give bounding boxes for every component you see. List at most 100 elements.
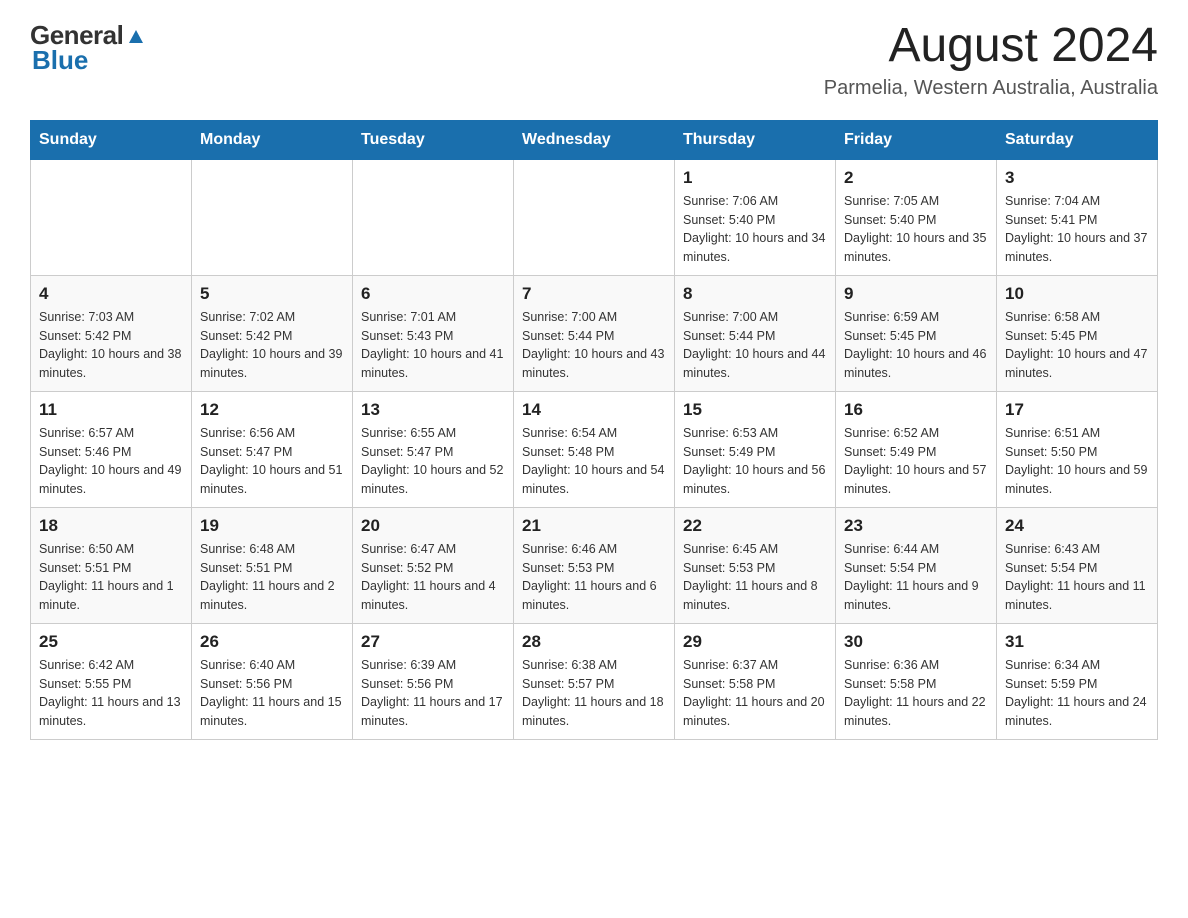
calendar-cell-w2-d1: 5 Sunrise: 7:02 AM Sunset: 5:42 PM Daylig… [192, 275, 353, 391]
calendar-cell-w1-d5: 2 Sunrise: 7:05 AM Sunset: 5:40 PM Daylig… [836, 159, 997, 275]
day-info: Sunrise: 6:45 AM Sunset: 5:53 PM Dayligh… [683, 540, 827, 615]
day-info: Sunrise: 7:04 AM Sunset: 5:41 PM Dayligh… [1005, 192, 1149, 267]
day-info: Sunrise: 7:01 AM Sunset: 5:43 PM Dayligh… [361, 308, 505, 383]
day-info: Sunrise: 6:51 AM Sunset: 5:50 PM Dayligh… [1005, 424, 1149, 499]
day-info: Sunrise: 6:39 AM Sunset: 5:56 PM Dayligh… [361, 656, 505, 731]
day-info: Sunrise: 6:42 AM Sunset: 5:55 PM Dayligh… [39, 656, 183, 731]
calendar-cell-w3-d6: 17 Sunrise: 6:51 AM Sunset: 5:50 PM Dayli… [997, 391, 1158, 507]
day-number: 17 [1005, 400, 1149, 420]
day-info: Sunrise: 6:37 AM Sunset: 5:58 PM Dayligh… [683, 656, 827, 731]
day-info: Sunrise: 6:40 AM Sunset: 5:56 PM Dayligh… [200, 656, 344, 731]
day-info: Sunrise: 7:06 AM Sunset: 5:40 PM Dayligh… [683, 192, 827, 267]
day-number: 20 [361, 516, 505, 536]
calendar-cell-w1-d1 [192, 159, 353, 275]
calendar-cell-w5-d4: 29 Sunrise: 6:37 AM Sunset: 5:58 PM Dayli… [675, 623, 836, 739]
day-number: 21 [522, 516, 666, 536]
calendar-row-3: 11Sunrise: 6:57 AM Sunset: 5:46 PM Dayli… [31, 391, 1158, 507]
day-number: 11 [39, 400, 183, 420]
day-number: 19 [200, 516, 344, 536]
calendar-cell-w5-d1: 26 Sunrise: 6:40 AM Sunset: 5:56 PM Dayli… [192, 623, 353, 739]
calendar-row-1: 1 Sunrise: 7:06 AM Sunset: 5:40 PM Daylig… [31, 159, 1158, 275]
calendar-row-5: 25 Sunrise: 6:42 AM Sunset: 5:55 PM Dayli… [31, 623, 1158, 739]
day-number: 6 [361, 284, 505, 304]
day-number: 14 [522, 400, 666, 420]
calendar-cell-w4-d4: 22 Sunrise: 6:45 AM Sunset: 5:53 PM Dayli… [675, 507, 836, 623]
logo-triangle-icon [125, 25, 147, 47]
day-info: Sunrise: 6:34 AM Sunset: 5:59 PM Dayligh… [1005, 656, 1149, 731]
day-number: 2 [844, 168, 988, 188]
calendar-cell-w4-d6: 24Sunrise: 6:43 AM Sunset: 5:54 PM Dayli… [997, 507, 1158, 623]
page-header: General Blue August 2024 Parmelia, Weste… [30, 20, 1158, 100]
calendar-cell-w2-d2: 6 Sunrise: 7:01 AM Sunset: 5:43 PM Daylig… [353, 275, 514, 391]
calendar-cell-w3-d1: 12Sunrise: 6:56 AM Sunset: 5:47 PM Dayli… [192, 391, 353, 507]
header-saturday: Saturday [997, 120, 1158, 159]
calendar-cell-w3-d4: 15Sunrise: 6:53 AM Sunset: 5:49 PM Dayli… [675, 391, 836, 507]
day-number: 18 [39, 516, 183, 536]
day-info: Sunrise: 6:36 AM Sunset: 5:58 PM Dayligh… [844, 656, 988, 731]
header-thursday: Thursday [675, 120, 836, 159]
header-monday: Monday [192, 120, 353, 159]
day-number: 27 [361, 632, 505, 652]
calendar-cell-w5-d0: 25 Sunrise: 6:42 AM Sunset: 5:55 PM Dayli… [31, 623, 192, 739]
day-number: 23 [844, 516, 988, 536]
day-info: Sunrise: 6:47 AM Sunset: 5:52 PM Dayligh… [361, 540, 505, 615]
day-number: 3 [1005, 168, 1149, 188]
day-info: Sunrise: 7:05 AM Sunset: 5:40 PM Dayligh… [844, 192, 988, 267]
day-number: 1 [683, 168, 827, 188]
calendar-header: Sunday Monday Tuesday Wednesday Thursday… [31, 120, 1158, 159]
day-number: 8 [683, 284, 827, 304]
header-tuesday: Tuesday [353, 120, 514, 159]
day-info: Sunrise: 7:00 AM Sunset: 5:44 PM Dayligh… [522, 308, 666, 383]
day-info: Sunrise: 6:58 AM Sunset: 5:45 PM Dayligh… [1005, 308, 1149, 383]
header-friday: Friday [836, 120, 997, 159]
calendar-cell-w2-d4: 8Sunrise: 7:00 AM Sunset: 5:44 PM Daylig… [675, 275, 836, 391]
day-info: Sunrise: 7:03 AM Sunset: 5:42 PM Dayligh… [39, 308, 183, 383]
calendar-cell-w2-d0: 4 Sunrise: 7:03 AM Sunset: 5:42 PM Daylig… [31, 275, 192, 391]
day-number: 15 [683, 400, 827, 420]
day-info: Sunrise: 6:46 AM Sunset: 5:53 PM Dayligh… [522, 540, 666, 615]
day-info: Sunrise: 6:44 AM Sunset: 5:54 PM Dayligh… [844, 540, 988, 615]
day-info: Sunrise: 6:59 AM Sunset: 5:45 PM Dayligh… [844, 308, 988, 383]
day-number: 22 [683, 516, 827, 536]
calendar-body: 1 Sunrise: 7:06 AM Sunset: 5:40 PM Daylig… [31, 159, 1158, 739]
day-number: 28 [522, 632, 666, 652]
calendar-cell-w1-d4: 1 Sunrise: 7:06 AM Sunset: 5:40 PM Daylig… [675, 159, 836, 275]
header-sunday: Sunday [31, 120, 192, 159]
calendar-cell-w3-d3: 14 Sunrise: 6:54 AM Sunset: 5:48 PM Dayli… [514, 391, 675, 507]
day-number: 29 [683, 632, 827, 652]
calendar-cell-w1-d6: 3 Sunrise: 7:04 AM Sunset: 5:41 PM Daylig… [997, 159, 1158, 275]
day-info: Sunrise: 6:43 AM Sunset: 5:54 PM Dayligh… [1005, 540, 1149, 615]
logo-blue-text: Blue [32, 45, 88, 76]
calendar-cell-w3-d5: 16Sunrise: 6:52 AM Sunset: 5:49 PM Dayli… [836, 391, 997, 507]
day-number: 5 [200, 284, 344, 304]
title-block: August 2024 Parmelia, Western Australia,… [824, 20, 1158, 100]
calendar-row-4: 18 Sunrise: 6:50 AM Sunset: 5:51 PM Dayli… [31, 507, 1158, 623]
calendar-cell-w1-d2 [353, 159, 514, 275]
calendar-cell-w2-d5: 9 Sunrise: 6:59 AM Sunset: 5:45 PM Daylig… [836, 275, 997, 391]
day-info: Sunrise: 7:02 AM Sunset: 5:42 PM Dayligh… [200, 308, 344, 383]
logo: General Blue [30, 20, 148, 76]
calendar-row-2: 4 Sunrise: 7:03 AM Sunset: 5:42 PM Daylig… [31, 275, 1158, 391]
day-number: 30 [844, 632, 988, 652]
day-info: Sunrise: 6:54 AM Sunset: 5:48 PM Dayligh… [522, 424, 666, 499]
day-number: 25 [39, 632, 183, 652]
calendar-cell-w3-d2: 13Sunrise: 6:55 AM Sunset: 5:47 PM Dayli… [353, 391, 514, 507]
day-number: 13 [361, 400, 505, 420]
calendar-cell-w4-d2: 20 Sunrise: 6:47 AM Sunset: 5:52 PM Dayli… [353, 507, 514, 623]
day-number: 31 [1005, 632, 1149, 652]
calendar-cell-w2-d6: 10 Sunrise: 6:58 AM Sunset: 5:45 PM Dayli… [997, 275, 1158, 391]
day-number: 4 [39, 284, 183, 304]
calendar-cell-w1-d3 [514, 159, 675, 275]
calendar-cell-w1-d0 [31, 159, 192, 275]
day-info: Sunrise: 6:52 AM Sunset: 5:49 PM Dayligh… [844, 424, 988, 499]
day-number: 26 [200, 632, 344, 652]
day-number: 10 [1005, 284, 1149, 304]
calendar-cell-w5-d2: 27 Sunrise: 6:39 AM Sunset: 5:56 PM Dayli… [353, 623, 514, 739]
day-info: Sunrise: 6:48 AM Sunset: 5:51 PM Dayligh… [200, 540, 344, 615]
calendar-cell-w4-d3: 21 Sunrise: 6:46 AM Sunset: 5:53 PM Dayli… [514, 507, 675, 623]
day-info: Sunrise: 6:50 AM Sunset: 5:51 PM Dayligh… [39, 540, 183, 615]
day-info: Sunrise: 6:38 AM Sunset: 5:57 PM Dayligh… [522, 656, 666, 731]
day-info: Sunrise: 6:56 AM Sunset: 5:47 PM Dayligh… [200, 424, 344, 499]
day-number: 9 [844, 284, 988, 304]
page-subtitle: Parmelia, Western Australia, Australia [824, 77, 1158, 100]
